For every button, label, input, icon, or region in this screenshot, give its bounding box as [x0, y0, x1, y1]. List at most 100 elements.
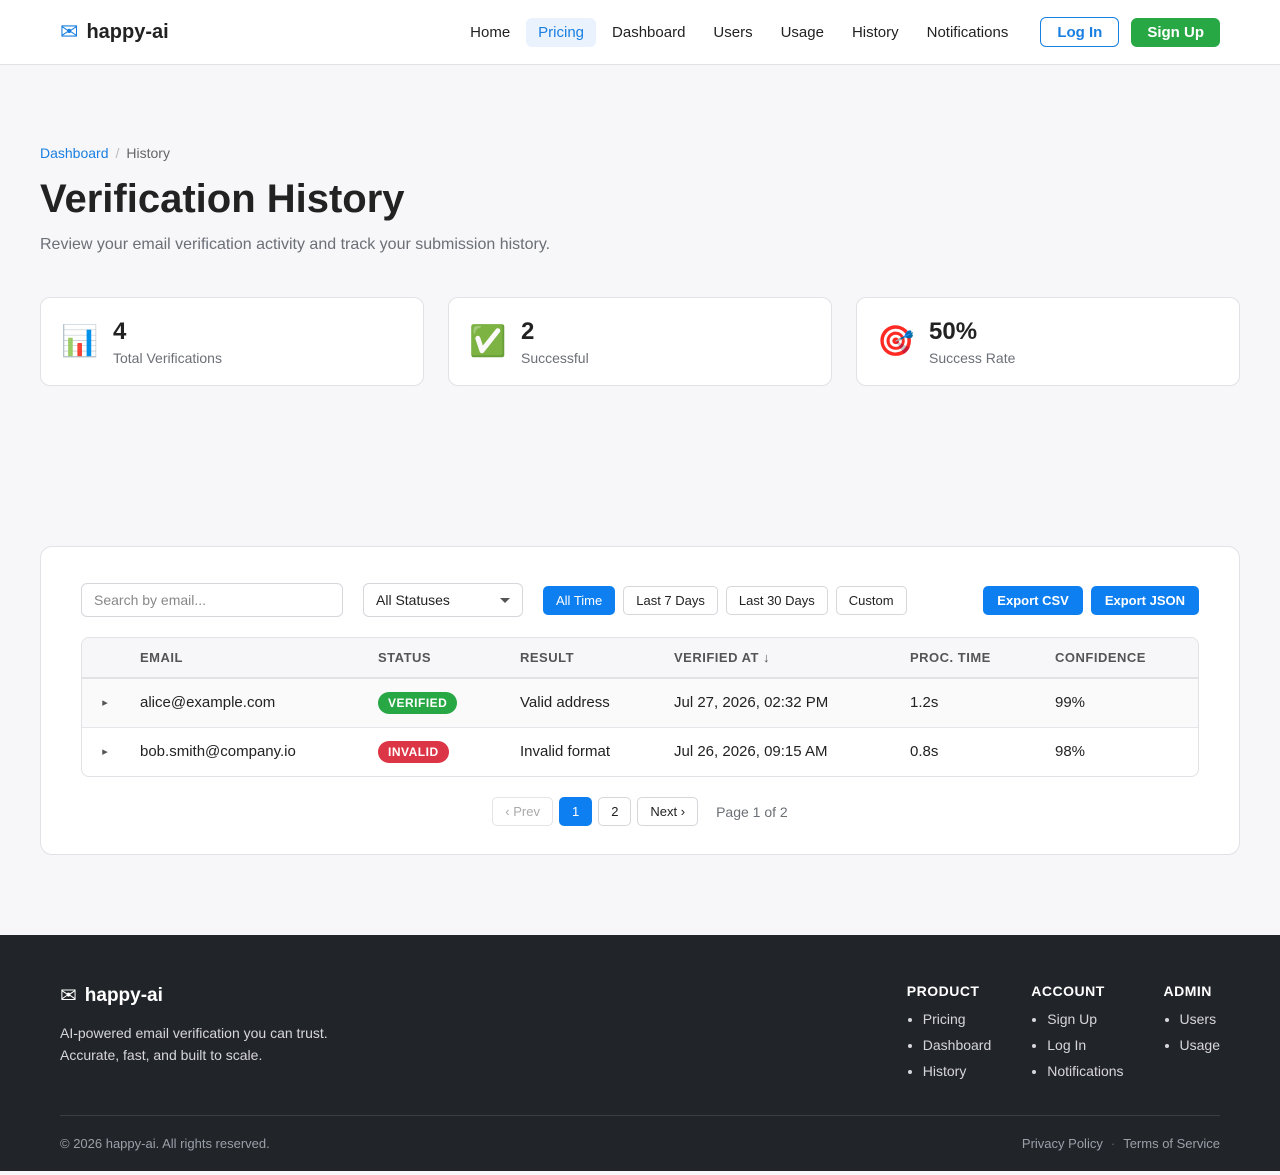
table-row[interactable]: ▸ alice@example.com VERIFIED Valid addre… — [82, 678, 1198, 727]
chevron-down-icon — [500, 597, 510, 603]
footer-column-title: PRODUCT — [906, 983, 980, 999]
cell-email: bob.smith@company.io — [140, 743, 296, 761]
history-table-wrapper: EMAIL STATUS RESULT VERIFIED AT ↓ PROC. … — [81, 637, 1199, 777]
footer-column-admin: ADMIN Users Usage — [1164, 983, 1220, 1089]
nav-home[interactable]: Home — [458, 18, 522, 47]
brand-name: happy-ai — [86, 20, 169, 43]
stat-card-success-rate: 🎯 50% Success Rate — [856, 297, 1240, 386]
stat-value: 50% — [929, 317, 978, 345]
footer-link-users[interactable]: Users — [1180, 1011, 1220, 1027]
footer-bottom: © 2026 happy-ai. All rights reserved. Pr… — [60, 1115, 1220, 1151]
footer-brand[interactable]: ✉ happy-ai — [60, 983, 328, 1008]
breadcrumb-current: History — [126, 145, 170, 161]
legal-separator: · — [1110, 1136, 1116, 1151]
nav-usage[interactable]: Usage — [769, 18, 836, 47]
signup-button[interactable]: Sign Up — [1131, 17, 1220, 47]
table-row[interactable]: ▸ bob.smith@company.io INVALID Invalid f… — [82, 727, 1198, 776]
footer-link-history[interactable]: History — [923, 1063, 992, 1079]
range-all-time-button[interactable]: All Time — [543, 585, 616, 615]
range-last-7-days-button[interactable]: Last 7 Days — [623, 585, 718, 615]
column-header-verified-at[interactable]: VERIFIED AT ↓ — [662, 638, 898, 678]
column-header-proc-time[interactable]: PROC. TIME — [898, 638, 1043, 678]
time-range-group: All Time Last 7 Days Last 30 Days Custom — [543, 585, 907, 615]
cell-status: VERIFIED — [366, 678, 508, 727]
footer-tagline-line: Accurate, fast, and built to scale. — [60, 1047, 263, 1063]
expand-row-icon[interactable]: ▸ — [82, 727, 128, 776]
site-header: ✉ happy-ai Home Pricing Dashboard Users … — [0, 0, 1280, 65]
nav-dashboard[interactable]: Dashboard — [600, 18, 697, 47]
status-filter-select[interactable]: All Statuses — [363, 583, 523, 617]
column-header-email[interactable]: EMAIL — [128, 638, 366, 678]
footer-link-pricing[interactable]: Pricing — [923, 1011, 992, 1027]
cell-proc-time: 0.8s — [910, 743, 939, 761]
footer-link-notifications[interactable]: Notifications — [1047, 1063, 1123, 1079]
page-2-button[interactable]: 2 — [598, 797, 632, 826]
stat-value: 2 — [521, 317, 535, 345]
main-nav: Home Pricing Dashboard Users Usage Histo… — [458, 17, 1220, 47]
site-footer: ✉ happy-ai AI-powered email verification… — [0, 935, 1280, 1171]
stats-row: 📊 4 Total Verifications ✅ 2 Successful 🎯… — [40, 297, 1240, 386]
nav-notifications[interactable]: Notifications — [915, 18, 1021, 47]
next-page-button[interactable]: Next › — [637, 797, 699, 826]
terms-of-service-link[interactable]: Terms of Service — [1123, 1136, 1220, 1151]
cell-proc-time: 1.2s — [910, 694, 939, 712]
login-button[interactable]: Log In — [1040, 17, 1120, 47]
check-icon: ✅ — [469, 325, 507, 358]
breadcrumb-dashboard-link[interactable]: Dashboard — [40, 145, 109, 161]
stat-card-successful: ✅ 2 Successful — [448, 297, 832, 386]
range-custom-button[interactable]: Custom — [835, 585, 907, 615]
target-icon: 🎯 — [877, 325, 915, 358]
column-header-status[interactable]: STATUS — [366, 638, 508, 678]
envelope-icon: ✉ — [60, 985, 77, 1007]
cell-email: alice@example.com — [140, 694, 276, 712]
page-1-button[interactable]: 1 — [558, 797, 593, 826]
stat-label: Success Rate — [929, 349, 1016, 366]
cell-confidence: 98% — [1055, 743, 1086, 761]
status-select-value: All Statuses — [376, 592, 450, 608]
status-badge: VERIFIED — [378, 691, 458, 714]
column-header-confidence[interactable]: CONFIDENCE — [1043, 638, 1198, 678]
cell-status: INVALID — [366, 727, 508, 776]
cell-verified-at: Jul 27, 2026, 02:32 PM — [674, 694, 829, 712]
export-csv-button[interactable]: Export CSV — [983, 585, 1083, 615]
footer-column-product: PRODUCT Pricing Dashboard History — [907, 983, 992, 1089]
page-title: Verification History — [40, 177, 405, 221]
stat-label: Successful — [521, 349, 589, 366]
copyright: © 2026 happy-ai. All rights reserved. — [60, 1136, 270, 1151]
nav-pricing[interactable]: Pricing — [526, 17, 597, 47]
footer-link-usage[interactable]: Usage — [1180, 1037, 1220, 1053]
history-table: EMAIL STATUS RESULT VERIFIED AT ↓ PROC. … — [82, 638, 1198, 776]
footer-columns: PRODUCT Pricing Dashboard History ACCOUN… — [907, 983, 1220, 1089]
envelope-icon: ✉ — [60, 19, 79, 44]
breadcrumb-separator: / — [115, 145, 120, 161]
nav-users[interactable]: Users — [701, 18, 764, 47]
footer-column-title: ADMIN — [1163, 983, 1212, 999]
range-last-30-days-button[interactable]: Last 30 Days — [725, 585, 828, 615]
stat-label: Total Verifications — [113, 349, 222, 366]
footer-brand-name: happy-ai — [84, 984, 163, 1006]
page-subtitle: Review your email verification activity … — [40, 236, 551, 253]
privacy-policy-link[interactable]: Privacy Policy — [1022, 1136, 1103, 1151]
status-badge: INVALID — [378, 740, 449, 763]
expand-row-icon[interactable]: ▸ — [82, 678, 128, 727]
footer-link-sign-up[interactable]: Sign Up — [1047, 1011, 1123, 1027]
table-header-row: EMAIL STATUS RESULT VERIFIED AT ↓ PROC. … — [82, 638, 1198, 678]
column-header-expand — [82, 638, 128, 678]
column-header-result[interactable]: RESULT — [508, 638, 662, 678]
legal-links: Privacy Policy · Terms of Service — [1022, 1136, 1220, 1151]
export-json-button[interactable]: Export JSON — [1090, 585, 1199, 615]
export-group: Export CSV Export JSON — [983, 585, 1199, 615]
footer-link-dashboard[interactable]: Dashboard — [923, 1037, 992, 1053]
main-content: Dashboard / History Verification History… — [0, 65, 1280, 935]
brand-logo[interactable]: ✉ happy-ai — [60, 21, 169, 44]
stat-value: 4 — [113, 317, 127, 345]
search-input[interactable] — [81, 583, 343, 617]
footer-column-account: ACCOUNT Sign Up Log In Notifications — [1031, 983, 1123, 1089]
footer-tagline: AI-powered email verification you can tr… — [60, 1022, 328, 1066]
pagination: ‹ Prev 1 2 Next › Page 1 of 2 — [81, 797, 1199, 826]
nav-history[interactable]: History — [840, 18, 911, 47]
footer-link-log-in[interactable]: Log In — [1047, 1037, 1123, 1053]
footer-column-title: ACCOUNT — [1031, 983, 1105, 999]
stat-card-total: 📊 4 Total Verifications — [40, 297, 424, 386]
prev-page-button[interactable]: ‹ Prev — [492, 797, 553, 826]
